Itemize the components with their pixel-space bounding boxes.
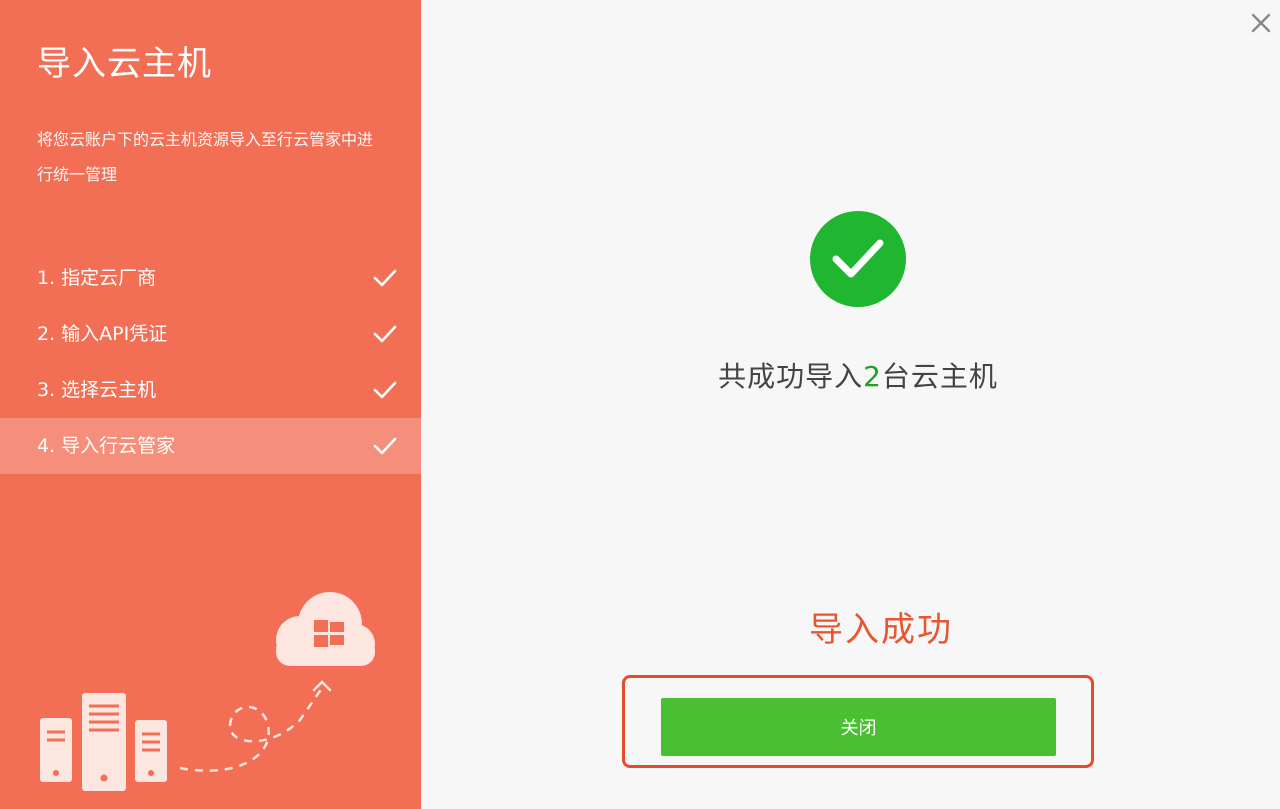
close-icon[interactable] bbox=[1248, 10, 1274, 36]
import-status-label: 导入成功 bbox=[809, 610, 953, 650]
result-prefix: 共成功导入 bbox=[718, 360, 864, 393]
step-label: 4. 导入行云管家 bbox=[37, 435, 176, 457]
result-count: 2 bbox=[863, 360, 882, 393]
server-cloud-illustration bbox=[40, 592, 375, 791]
check-circle-icon bbox=[810, 211, 906, 307]
step-item-2: 2. 输入API凭证 bbox=[0, 306, 421, 362]
main-panel: 共成功导入2台云主机 导入成功 关闭 bbox=[421, 0, 1280, 809]
sidebar-description: 将您云账户下的云主机资源导入至行云管家中进行统一管理 bbox=[37, 130, 374, 184]
step-item-3: 3. 选择云主机 bbox=[0, 362, 421, 418]
step-label: 1. 指定云厂商 bbox=[37, 267, 157, 289]
step-label: 2. 输入API凭证 bbox=[37, 323, 168, 345]
steps-list: 1. 指定云厂商 2. 输入API凭证 3. 选择云主机 4. 导入行云管家 bbox=[0, 250, 421, 474]
check-icon bbox=[373, 325, 397, 343]
close-button[interactable]: 关闭 bbox=[661, 698, 1056, 756]
result-suffix: 台云主机 bbox=[881, 360, 998, 393]
step-item-4: 4. 导入行云管家 bbox=[0, 418, 421, 474]
result-message: 共成功导入2台云主机 bbox=[421, 355, 1280, 395]
step-item-1: 1. 指定云厂商 bbox=[0, 250, 421, 306]
step-label: 3. 选择云主机 bbox=[37, 379, 157, 401]
sidebar-title: 导入云主机 bbox=[37, 44, 212, 84]
check-icon bbox=[832, 239, 884, 278]
check-icon bbox=[373, 437, 397, 455]
check-icon bbox=[373, 381, 397, 399]
check-icon bbox=[373, 269, 397, 287]
sidebar: 导入云主机 将您云账户下的云主机资源导入至行云管家中进行统一管理 1. 指定云厂… bbox=[0, 0, 421, 809]
